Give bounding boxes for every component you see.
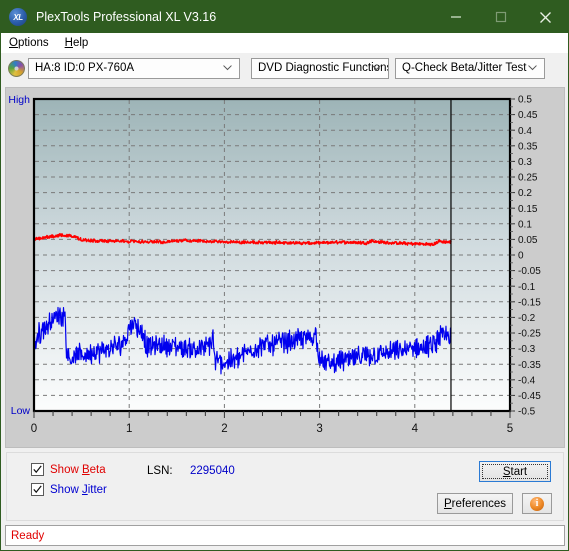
chevron-down-icon (372, 65, 381, 71)
svg-text:-0.15: -0.15 (518, 297, 541, 308)
axis-label-high: High (8, 94, 30, 106)
plextools-window: XL PlexTools Professional XL V3.16 Optio… (0, 0, 569, 551)
function-select[interactable]: DVD Diagnostic Functions (251, 57, 389, 79)
svg-text:0.2: 0.2 (518, 188, 532, 199)
disc-icon (8, 59, 25, 77)
svg-text:-0.05: -0.05 (518, 266, 541, 277)
chevron-down-icon (528, 65, 537, 71)
beta-jitter-chart: 0.5 0.45 0.4 0.35 0.3 0.25 0.2 0.15 0.1 0.05 0 -0.0… (5, 87, 565, 448)
test-select-value: Q-Check Beta/Jitter Test (402, 62, 527, 74)
title-bar: XL PlexTools Professional XL V3.16 (1, 1, 568, 33)
maximize-icon (495, 11, 506, 23)
controls-panel: Show Beta Show Jitter LSN: 2295040 Start… (6, 452, 564, 521)
svg-text:-0.35: -0.35 (518, 360, 541, 371)
svg-text:0.35: 0.35 (518, 141, 538, 152)
menu-item-options[interactable]: Options (7, 35, 56, 51)
svg-text:0.15: 0.15 (518, 204, 538, 215)
menu-bar: Options Help (1, 33, 568, 53)
show-jitter-checkbox[interactable] (31, 483, 44, 496)
drive-select[interactable]: HA:8 ID:0 PX-760A (28, 57, 240, 79)
chevron-down-icon (223, 65, 232, 71)
svg-text:-0.1: -0.1 (518, 282, 536, 293)
status-bar: Ready (5, 525, 565, 546)
svg-text:3: 3 (316, 423, 322, 435)
show-beta-label: Show Beta (50, 463, 106, 476)
function-select-value: DVD Diagnostic Functions (258, 62, 389, 74)
menu-item-options-label: ptions (17, 37, 49, 49)
svg-text:0: 0 (31, 423, 37, 435)
svg-text:4: 4 (412, 423, 419, 435)
toolbar: HA:8 ID:0 PX-760A DVD Diagnostic Functio… (1, 53, 568, 83)
lsn-value: 2295040 (190, 465, 235, 477)
svg-text:-0.25: -0.25 (518, 329, 541, 340)
status-text: Ready (11, 529, 45, 542)
svg-text:5: 5 (507, 423, 513, 435)
checkmark-icon (33, 465, 42, 474)
checkmark-icon (33, 485, 42, 494)
svg-text:0.1: 0.1 (518, 219, 532, 230)
svg-text:1: 1 (126, 423, 132, 435)
preferences-button-label: Preferences (443, 497, 506, 510)
lsn-label: LSN: (147, 465, 173, 477)
svg-text:-0.2: -0.2 (518, 313, 536, 324)
show-beta-checkbox[interactable] (31, 463, 44, 476)
svg-text:0: 0 (518, 251, 524, 262)
svg-text:-0.4: -0.4 (518, 375, 536, 386)
menu-item-help[interactable]: Help (63, 35, 96, 51)
drive-select-value: HA:8 ID:0 PX-760A (35, 62, 135, 74)
axis-label-low: Low (11, 405, 31, 417)
svg-text:-0.3: -0.3 (518, 344, 536, 355)
minimize-button[interactable] (433, 1, 478, 33)
svg-text:2: 2 (221, 423, 227, 435)
test-select[interactable]: Q-Check Beta/Jitter Test (395, 57, 545, 79)
svg-text:0.45: 0.45 (518, 110, 538, 121)
focus-outline (482, 464, 548, 479)
chart-canvas: 0.5 0.45 0.4 0.35 0.3 0.25 0.2 0.15 0.1 0.05 0 -0.0… (6, 88, 564, 447)
show-beta-row[interactable]: Show Beta (31, 463, 106, 476)
info-button[interactable]: i (522, 493, 552, 514)
preferences-button[interactable]: Preferences (437, 493, 513, 514)
app-icon: XL (9, 8, 27, 26)
svg-text:0.3: 0.3 (518, 157, 532, 168)
info-icon: i (530, 496, 544, 511)
svg-text:0.4: 0.4 (518, 126, 532, 137)
window-title: PlexTools Professional XL V3.16 (36, 10, 217, 24)
menu-item-help-label: elp (72, 37, 89, 49)
show-jitter-row[interactable]: Show Jitter (31, 483, 107, 496)
close-button[interactable] (523, 1, 568, 33)
start-button[interactable]: Start (479, 461, 551, 482)
show-jitter-label: Show Jitter (50, 483, 107, 496)
minimize-icon (450, 16, 461, 18)
svg-text:0.05: 0.05 (518, 235, 538, 246)
close-icon (540, 11, 551, 23)
svg-text:0.5: 0.5 (518, 95, 532, 106)
svg-text:-0.5: -0.5 (518, 407, 536, 418)
svg-text:-0.45: -0.45 (518, 391, 541, 402)
svg-text:0.25: 0.25 (518, 173, 538, 184)
maximize-button[interactable] (478, 1, 523, 33)
